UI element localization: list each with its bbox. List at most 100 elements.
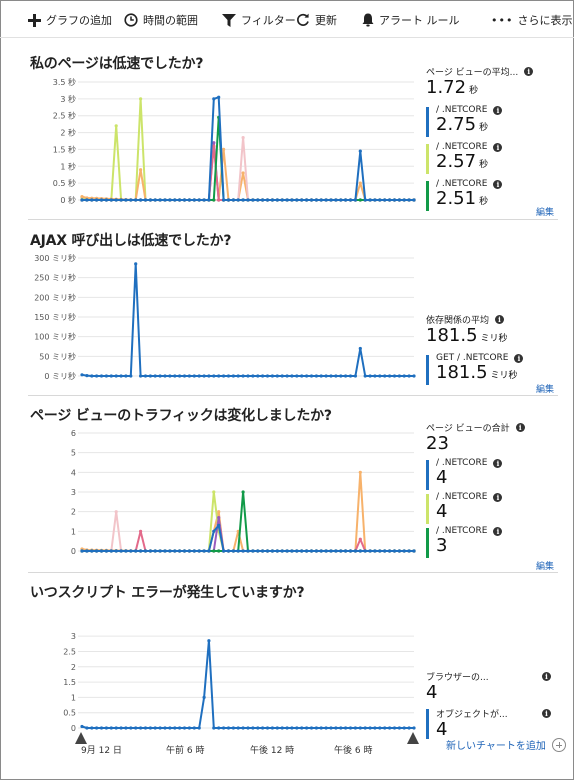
data-point [192,549,196,553]
data-point [275,549,279,553]
data-point [178,549,182,553]
legend-series-item[interactable]: / .NETCORE i 2.75 秒 [426,105,556,138]
filter-button[interactable]: フィルター [222,10,296,30]
series-line [82,96,414,201]
refresh-label: 更新 [315,14,337,27]
filter-icon [222,13,236,27]
legend-value: 4 [436,467,448,488]
legend-summary: ページ ビューの平均... i 1.72 秒 [426,65,556,101]
range-end-handle[interactable] [407,732,419,744]
y-tick-label: 0 ミリ秒 [44,371,76,381]
info-icon[interactable]: i [493,458,503,468]
data-point [261,726,265,730]
legend-series-item[interactable]: / .NETCORE i 2.57 秒 [426,142,556,175]
legend-series-item[interactable]: / .NETCORE i 4 [426,458,556,490]
data-point [305,374,309,378]
data-point [378,374,382,378]
data-point [348,549,353,553]
data-point [309,726,314,730]
data-point [129,726,133,730]
data-point [217,198,221,202]
refresh-button[interactable]: 更新 [296,10,337,30]
data-point [114,549,118,553]
data-point [295,198,299,202]
data-point [392,726,397,730]
data-point [187,374,191,378]
data-point [139,168,143,172]
info-icon[interactable]: i [515,423,525,432]
data-point [143,374,148,378]
data-point [231,726,235,730]
add-chart-button[interactable]: グラフの追加 [28,10,112,30]
data-point [192,726,196,730]
data-point [388,726,392,730]
time-range-button[interactable]: 時間の範囲 [124,10,198,30]
time-range-label: 時間の範囲 [143,14,198,27]
info-icon[interactable]: i [542,709,551,718]
data-point [236,374,240,378]
data-point [202,695,206,699]
info-icon[interactable]: i [542,672,551,681]
info-icon[interactable]: i [514,353,524,363]
info-icon[interactable]: i [493,105,503,115]
data-point [309,549,314,553]
data-point [124,198,128,202]
add-chart-label: グラフの追加 [46,14,112,27]
data-point [402,198,406,202]
data-point [285,549,289,553]
data-point [334,726,338,730]
info-icon[interactable]: i [493,142,503,152]
legend-series-item[interactable]: / .NETCORE i 3 [426,526,556,558]
edit-link-ajax[interactable]: 編集 [536,382,554,395]
data-point [95,374,99,378]
legend-value: 23 [426,433,449,454]
data-point [397,726,401,730]
data-point [397,549,401,553]
data-point [192,198,196,202]
data-point [163,549,167,553]
data-point [178,726,182,730]
info-icon[interactable]: i [493,492,503,502]
data-point [290,549,294,553]
data-point [80,198,84,202]
data-point [226,198,231,202]
y-tick-label: 1 [71,693,76,702]
add-new-chart-link[interactable]: 新しいチャートを追加 [446,737,566,752]
edit-link-page-views[interactable]: 編集 [536,559,554,572]
info-icon[interactable]: i [493,179,503,189]
data-point [329,549,333,553]
data-point [168,549,172,553]
info-icon[interactable]: i [495,315,505,324]
data-point [290,726,294,730]
data-point [222,726,226,730]
legend-series-item[interactable]: オブジェクトが... i 4 [426,707,556,740]
data-point [236,198,240,202]
data-point [80,373,84,377]
data-point [163,374,167,378]
y-tick-label: 300 ミリ秒 [34,253,76,263]
data-point [339,374,343,378]
y-tick-label: 0.5 秒 [53,178,76,188]
alert-rules-button[interactable]: アラート ルール [362,10,460,30]
data-point [353,549,357,553]
info-icon[interactable]: i [524,67,534,76]
data-point [158,198,162,202]
legend-series-item[interactable]: / .NETCORE i 4 [426,492,556,524]
info-icon[interactable]: i [493,526,503,536]
data-point [231,374,235,378]
section-divider [28,219,558,220]
data-point [368,198,372,202]
data-point [412,726,416,730]
data-point [280,198,284,202]
edit-link-page-speed[interactable]: 編集 [536,205,554,218]
data-point [158,374,162,378]
data-point [363,726,367,730]
legend-summary: 依存関係の平均 i 181.5 ミリ秒 [426,313,556,349]
data-point [217,510,221,514]
data-point [80,549,84,553]
more-button[interactable]: ••• さらに表示 [491,10,572,30]
y-tick-label: 150 ミリ秒 [34,312,76,322]
data-point [392,374,397,378]
data-point [163,198,167,202]
data-point [388,374,392,378]
